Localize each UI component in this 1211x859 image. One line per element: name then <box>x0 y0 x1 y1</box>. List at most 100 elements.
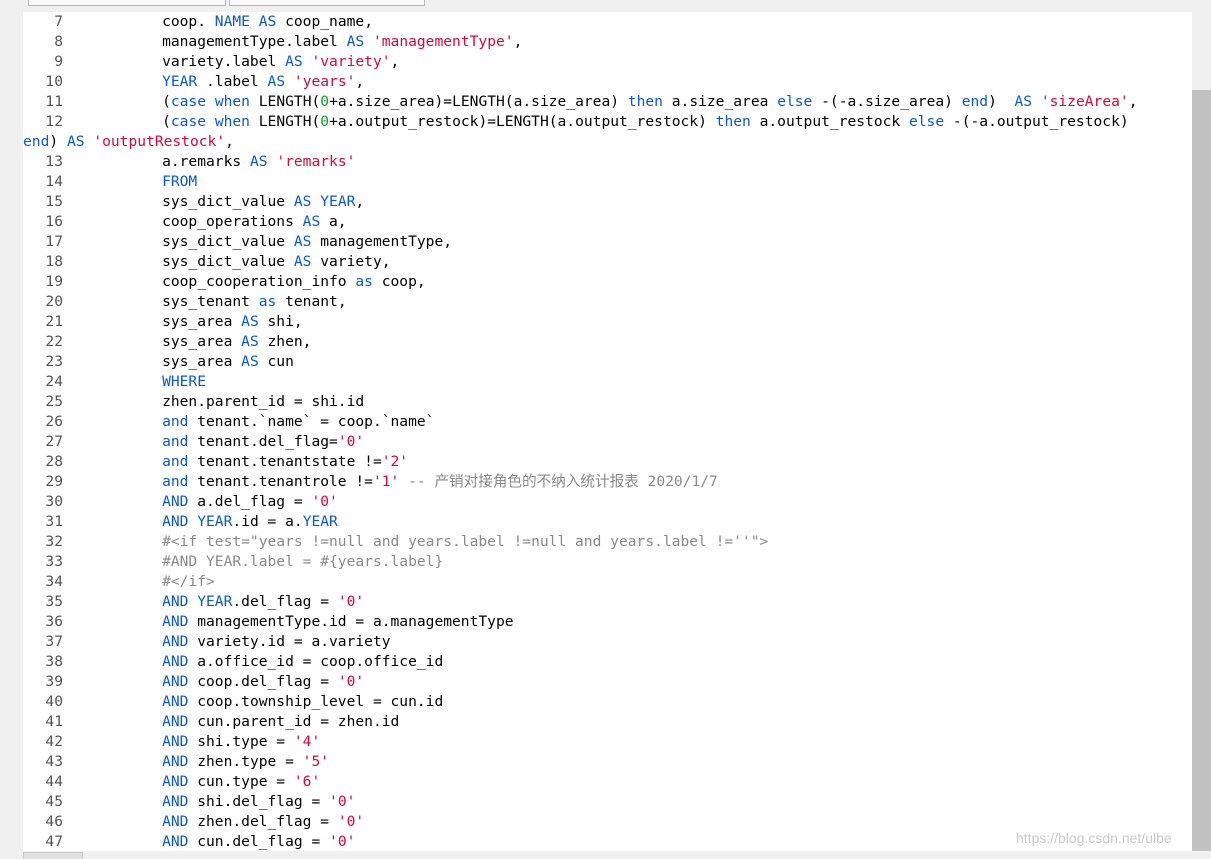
code-token: coop_cooperation_info <box>83 273 356 290</box>
code-text: AND shi.del_flag = '0' <box>83 792 355 812</box>
code-line: 41 AND cun.parent_id = zhen.id <box>23 712 1192 732</box>
code-token: managementType, <box>311 233 453 250</box>
comment-token: #<if test="years !=null and years.label … <box>83 533 769 550</box>
code-token: a.size_area <box>662 93 778 110</box>
line-number: 11 <box>45 93 63 110</box>
code-token: sys_dict_value <box>83 253 294 270</box>
code-line: 45 AND shi.del_flag = '0' <box>23 792 1192 812</box>
string-token: 'sizeArea' <box>1040 93 1129 110</box>
line-number: 15 <box>45 193 63 210</box>
tab-right[interactable] <box>229 0 425 6</box>
code-token: coop.del_flag = <box>188 673 338 690</box>
code-line: 18 sys_dict_value AS variety, <box>23 252 1192 272</box>
code-token: , <box>513 33 523 50</box>
code-line: 37 AND variety.id = a.variety <box>23 632 1192 652</box>
code-text: AND YEAR.id = a.YEAR <box>83 512 338 532</box>
code-text: WHERE <box>83 372 206 392</box>
line-number: 33 <box>45 553 63 570</box>
code-text: #</if> <box>83 572 215 592</box>
string-token: '0' <box>337 433 365 450</box>
code-line: 38 AND a.office_id = coop.office_id <box>23 652 1192 672</box>
code-text: coop_cooperation_info as coop, <box>83 272 426 292</box>
keyword-token: then <box>627 93 663 110</box>
code-text: variety.label AS 'variety', <box>83 52 399 72</box>
tab-left[interactable] <box>28 0 226 6</box>
line-number: 40 <box>45 693 63 710</box>
line-number: 31 <box>45 513 63 530</box>
code-line: 15 sys_dict_value AS YEAR, <box>23 192 1192 212</box>
string-token: '1' <box>372 473 400 490</box>
code-line: 36 AND managementType.id = a.managementT… <box>23 612 1192 632</box>
line-number: 37 <box>45 633 63 650</box>
code-line: 12 (case when LENGTH(0+a.output_restock)… <box>23 112 1192 132</box>
code-token: tenant.del_flag= <box>188 433 338 450</box>
code-line: 32 #<if test="years !=null and years.lab… <box>23 532 1192 552</box>
keyword-token: when <box>214 93 250 110</box>
keyword-token: YEAR <box>320 193 356 210</box>
string-token: 'managementType' <box>372 33 514 50</box>
line-number: 14 <box>45 173 63 190</box>
keyword-token: AND <box>162 673 189 690</box>
code-text: sys_tenant as tenant, <box>83 292 347 312</box>
code-line: 42 AND shi.type = '4' <box>23 732 1192 752</box>
string-token: 'outputRestock' <box>93 133 226 150</box>
keyword-token: AND <box>162 633 189 650</box>
string-token: 'variety' <box>311 53 391 70</box>
code-text: AND variety.id = a.variety <box>83 632 391 652</box>
code-text: sys_area AS zhen, <box>83 332 311 352</box>
code-token: variety.id = a.variety <box>188 633 391 650</box>
code-text: a.remarks AS 'remarks' <box>83 152 355 172</box>
keyword-token: FROM <box>162 173 198 190</box>
keyword-token: else <box>908 113 945 130</box>
code-text: managementType.label AS 'managementType'… <box>83 32 522 52</box>
code-token: sys_tenant <box>83 293 259 310</box>
code-text: sys_dict_value AS managementType, <box>83 232 452 252</box>
line-number: 34 <box>45 573 63 590</box>
code-line: 25 zhen.parent_id = shi.id <box>23 392 1192 412</box>
line-number: 45 <box>45 793 63 810</box>
code-line: 22 sys_area AS zhen, <box>23 332 1192 352</box>
line-number: 39 <box>45 673 63 690</box>
vertical-scrollbar[interactable] <box>1192 12 1211 851</box>
keyword-token: YEAR <box>197 593 233 610</box>
keyword-token: then <box>715 113 751 130</box>
code-line: 10 YEAR .label AS 'years', <box>23 72 1192 92</box>
code-editor[interactable]: 7 coop. NAME AS coop_name, 8 managementTy… <box>23 12 1192 851</box>
keyword-token: AND <box>162 793 189 810</box>
code-token: coop_name, <box>276 13 373 30</box>
code-line: 23 sys_area AS cun <box>23 352 1192 372</box>
line-number: 36 <box>45 613 63 630</box>
keyword-token: AND <box>162 693 189 710</box>
code-token: .label <box>197 73 268 90</box>
code-line: 40 AND coop.township_level = cun.id <box>23 692 1192 712</box>
number-token: 0 <box>320 93 330 110</box>
keyword-token: AS <box>346 33 365 50</box>
code-text: #AND YEAR.label = #{years.label} <box>83 552 443 572</box>
keyword-token: and <box>162 453 189 470</box>
code-token: ) <box>988 93 1015 110</box>
code-token: cun.parent_id = zhen.id <box>188 713 400 730</box>
code-text: AND YEAR.del_flag = '0' <box>83 592 364 612</box>
keyword-token: AND <box>162 833 189 850</box>
line-number: 10 <box>45 73 63 90</box>
keyword-token: AS <box>293 193 312 210</box>
line-number: 18 <box>45 253 63 270</box>
string-token: '0' <box>311 493 338 510</box>
code-text: (case when LENGTH(0+a.output_restock)=LE… <box>83 112 1129 132</box>
code-text: sys_area AS shi, <box>83 312 303 332</box>
code-token: , <box>390 53 400 70</box>
code-text: AND cun.del_flag = '0' <box>83 832 355 851</box>
scrollbar-thumb[interactable] <box>1192 90 1211 851</box>
